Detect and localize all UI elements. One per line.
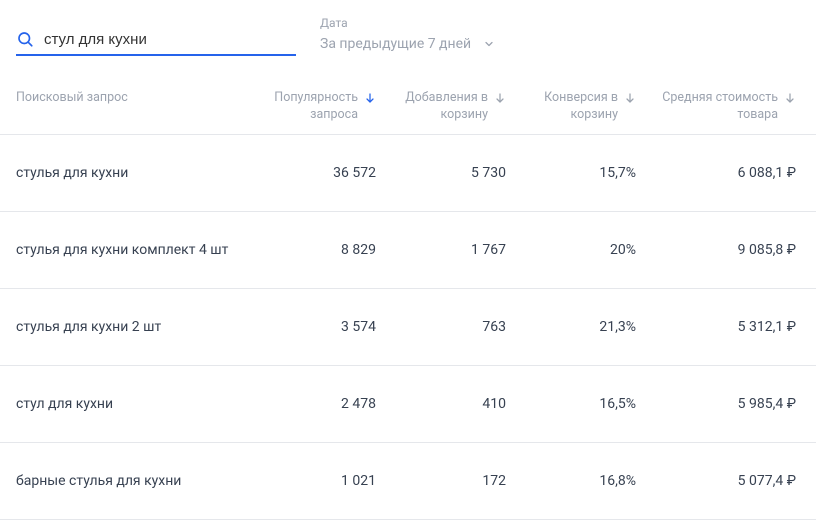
table-row: стул для кухни 2 478 410 16,5% 5 985,4 ₽	[0, 366, 816, 443]
cell-query: стулья для кухни комплект 4 шт	[16, 242, 246, 258]
filter-bar: Дата За предыдущие 7 дней	[0, 0, 816, 80]
cell-query: барные стулья для кухни	[16, 473, 246, 489]
cell-conversion: 21,3%	[506, 319, 636, 335]
col-label: Поисковый запрос	[16, 90, 128, 107]
col-label: Популярность запроса	[246, 90, 358, 124]
col-conversion[interactable]: Конверсия в корзину	[506, 90, 636, 124]
chevron-down-icon	[483, 38, 495, 50]
table-body: стулья для кухни 36 572 5 730 15,7% 6 08…	[0, 135, 816, 520]
cell-popularity: 1 021	[246, 473, 376, 489]
table-row: стулья для кухни комплект 4 шт 8 829 1 7…	[0, 212, 816, 289]
cell-cart-adds: 410	[376, 396, 506, 412]
col-popularity[interactable]: Популярность запроса	[246, 90, 376, 124]
table-header: Поисковый запрос Популярность запроса До…	[0, 80, 816, 135]
cell-avg-price: 9 085,8 ₽	[636, 242, 796, 258]
cell-avg-price: 6 088,1 ₽	[636, 165, 796, 181]
col-label: Средняя стоимость товара	[636, 90, 778, 124]
results-table: Поисковый запрос Популярность запроса До…	[0, 80, 816, 520]
date-filter-value: За предыдущие 7 дней	[320, 36, 471, 52]
cell-cart-adds: 172	[376, 473, 506, 489]
cell-cart-adds: 1 767	[376, 242, 506, 258]
col-label: Добавления в корзину	[376, 90, 488, 124]
cell-query: стулья для кухни	[16, 165, 246, 181]
col-query[interactable]: Поисковый запрос	[16, 90, 246, 107]
cell-cart-adds: 5 730	[376, 165, 506, 181]
table-row: стулья для кухни 36 572 5 730 15,7% 6 08…	[0, 135, 816, 212]
cell-avg-price: 5 312,1 ₽	[636, 319, 796, 335]
table-row: барные стулья для кухни 1 021 172 16,8% …	[0, 443, 816, 520]
cell-query: стул для кухни	[16, 396, 246, 412]
cell-query: стулья для кухни 2 шт	[16, 319, 246, 335]
arrow-down-icon	[624, 92, 636, 104]
cell-avg-price: 5 985,4 ₽	[636, 396, 796, 412]
cell-conversion: 20%	[506, 242, 636, 258]
cell-conversion: 15,7%	[506, 165, 636, 181]
date-filter-select[interactable]: За предыдущие 7 дней	[320, 32, 495, 56]
arrow-down-icon	[784, 92, 796, 104]
date-filter-label: Дата	[320, 16, 495, 30]
cell-popularity: 8 829	[246, 242, 376, 258]
search-input[interactable]	[44, 31, 296, 48]
col-label: Конверсия в корзину	[506, 90, 618, 124]
cell-popularity: 2 478	[246, 396, 376, 412]
cell-cart-adds: 763	[376, 319, 506, 335]
date-filter: Дата За предыдущие 7 дней	[320, 16, 495, 56]
search-icon	[16, 30, 34, 48]
col-cart-adds[interactable]: Добавления в корзину	[376, 90, 506, 124]
arrow-down-icon	[364, 92, 376, 104]
search-field-wrap[interactable]	[16, 24, 296, 56]
cell-conversion: 16,8%	[506, 473, 636, 489]
table-row: стулья для кухни 2 шт 3 574 763 21,3% 5 …	[0, 289, 816, 366]
arrow-down-icon	[494, 92, 506, 104]
cell-popularity: 36 572	[246, 165, 376, 181]
cell-conversion: 16,5%	[506, 396, 636, 412]
cell-popularity: 3 574	[246, 319, 376, 335]
cell-avg-price: 5 077,4 ₽	[636, 473, 796, 489]
col-avg-price[interactable]: Средняя стоимость товара	[636, 90, 796, 124]
